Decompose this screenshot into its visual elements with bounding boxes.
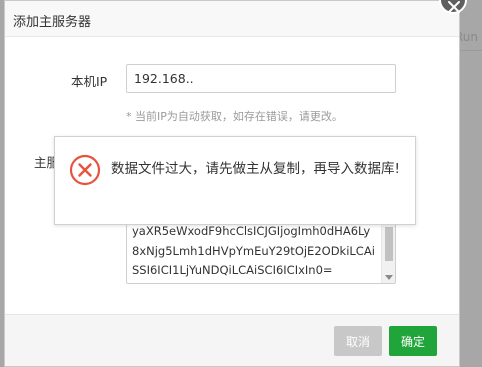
error-circle-x-icon	[69, 154, 101, 186]
cancel-button[interactable]: 取消	[334, 326, 382, 356]
ip-hint-text: * 当前IP为自动获取，如存在错误，请更改。	[126, 110, 343, 123]
error-message-text: 数据文件过大，请先做主从复制，再导入数据库!	[111, 161, 400, 177]
dialog-footer: 取消 确定	[5, 314, 459, 366]
textarea-line: SSI6ICI1LjYuNDQiLCAiSCI6ICIxIn0=	[132, 263, 333, 277]
dialog-title: 添加主服务器	[13, 15, 92, 30]
scrollbar-thumb[interactable]	[385, 227, 393, 261]
textarea-content: yaXR5eWxodF9hcClsICJGIjogImh0dHA6Ly 8xNj…	[132, 222, 384, 281]
confirm-button[interactable]: 确定	[389, 326, 437, 356]
textarea-line: 8xNjg5Lmh1dHVpYmEuY29tOjE2ODkiLCAi	[132, 243, 375, 258]
local-ip-label: 本机IP	[71, 74, 108, 89]
close-icon	[448, 1, 460, 13]
scroll-down-arrow-icon[interactable]	[385, 275, 393, 280]
dialog-header: 添加主服务器	[5, 1, 459, 37]
add-master-server-dialog: 添加主服务器 本机IP * 当前IP为自动获取，如存在错误，请更改。 主服 ya…	[4, 0, 460, 367]
page-overlay: Run 添加主服务器 本机IP * 当前IP为自动获取，如存在错误，请更改。 主…	[0, 0, 482, 367]
local-ip-input[interactable]	[126, 64, 396, 93]
error-message-toast: 数据文件过大，请先做主从复制，再导入数据库!	[54, 136, 416, 225]
